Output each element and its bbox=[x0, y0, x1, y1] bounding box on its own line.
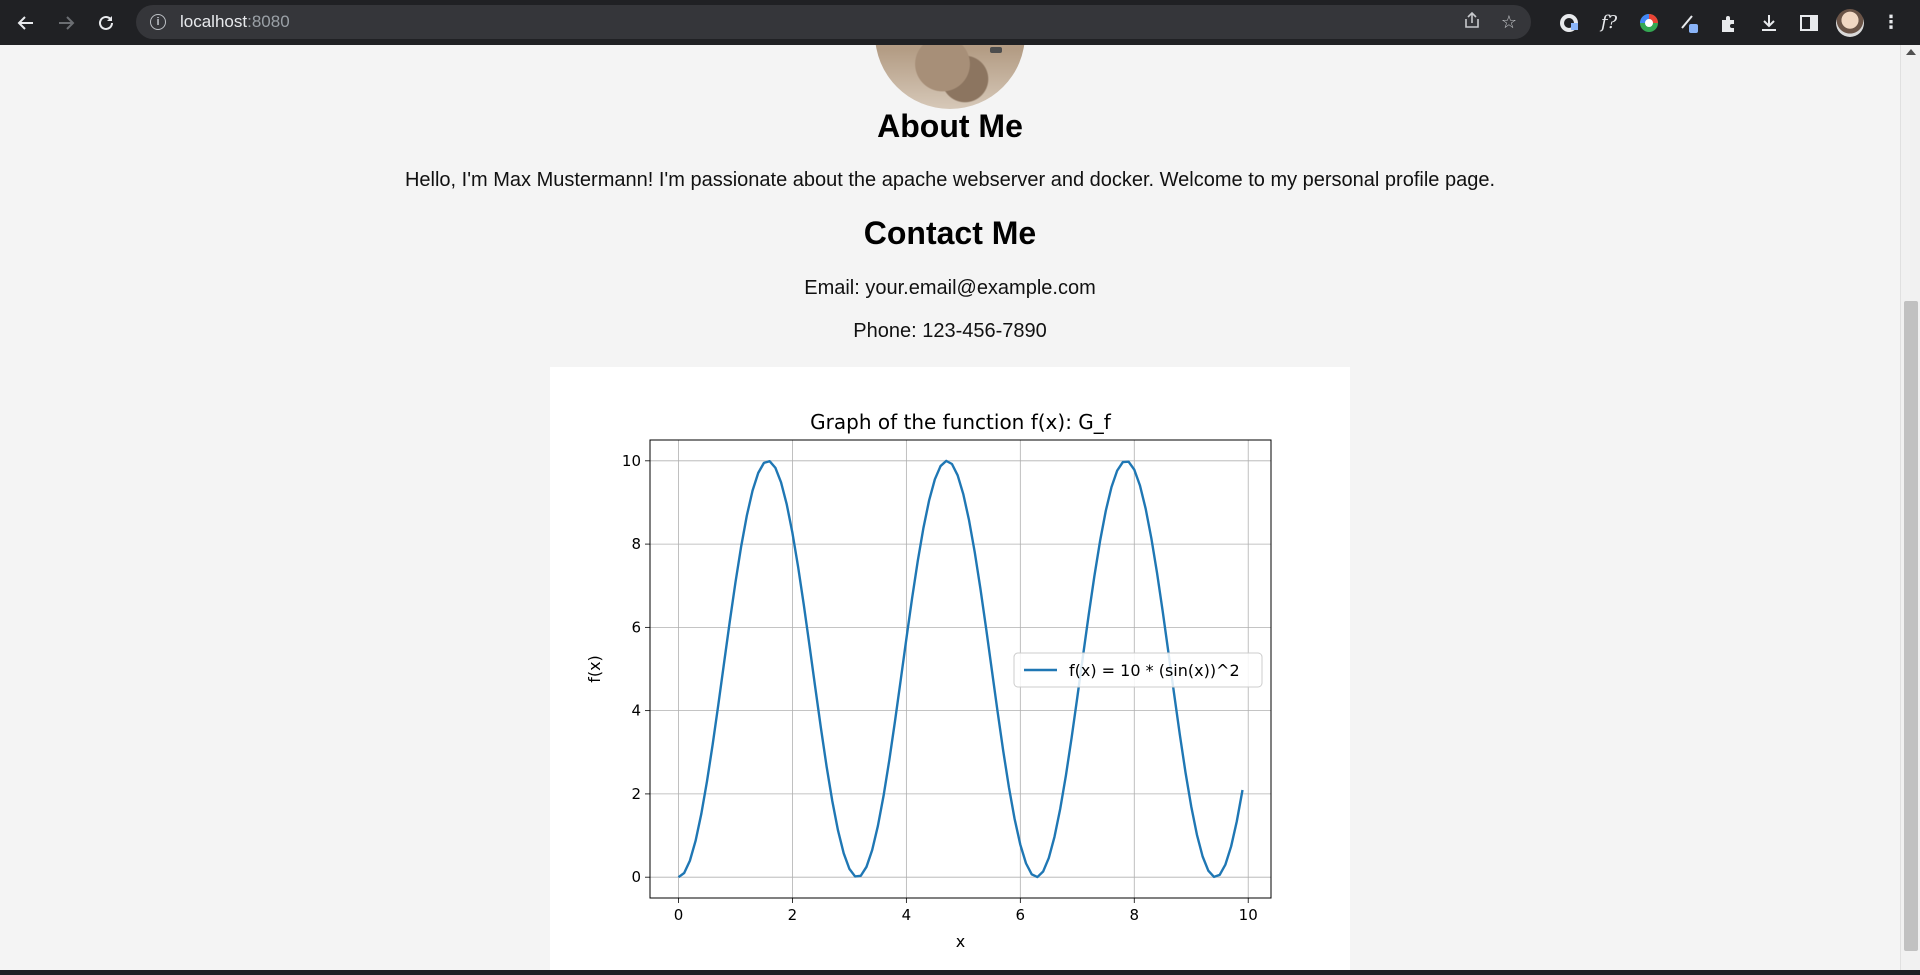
y-tick-label: 4 bbox=[631, 702, 641, 720]
x-tick-label: 10 bbox=[1239, 906, 1258, 924]
formula-extension-icon[interactable]: f? bbox=[1596, 10, 1622, 36]
profile-photo-detail bbox=[990, 47, 1002, 53]
chart-title: Graph of the function f(x): G_f bbox=[810, 410, 1112, 434]
pen-extension-icon[interactable] bbox=[1676, 10, 1702, 36]
downloads-icon[interactable] bbox=[1756, 10, 1782, 36]
side-panel-icon[interactable] bbox=[1796, 10, 1822, 36]
info-icon[interactable]: i bbox=[150, 14, 166, 30]
password-extension-icon[interactable] bbox=[1556, 10, 1582, 36]
about-text: Hello, I'm Max Mustermann! I'm passionat… bbox=[404, 169, 1496, 191]
forward-icon[interactable] bbox=[46, 3, 86, 43]
x-tick-label: 2 bbox=[788, 906, 798, 924]
x-tick-label: 0 bbox=[674, 906, 684, 924]
x-axis-label: x bbox=[956, 932, 965, 951]
url-port: :8080 bbox=[247, 12, 290, 31]
extensions-puzzle-icon[interactable] bbox=[1716, 10, 1742, 36]
page-content: About Me Hello, I'm Max Mustermann! I'm … bbox=[0, 45, 1900, 975]
url-text: localhost:8080 bbox=[180, 12, 290, 32]
x-tick-label: 6 bbox=[1016, 906, 1026, 924]
scrollbar-thumb[interactable] bbox=[1904, 301, 1918, 951]
y-tick-label: 2 bbox=[631, 785, 641, 803]
contact-heading: Contact Me bbox=[863, 215, 1037, 251]
share-icon[interactable] bbox=[1463, 11, 1481, 34]
function-graph: 0 2 4 6 8 10 0 2 4 6 8 10 Graph of the function f(x)… bbox=[550, 367, 1350, 975]
y-tick-label: 0 bbox=[631, 868, 641, 886]
y-tick-label: 6 bbox=[631, 618, 641, 636]
scroll-up-icon[interactable] bbox=[1906, 49, 1916, 55]
page-scrollbar[interactable] bbox=[1900, 45, 1920, 975]
y-tick-label: 8 bbox=[631, 535, 641, 553]
legend-label: f(x) = 10 * (sin(x))^2 bbox=[1069, 661, 1240, 680]
star-icon[interactable]: ☆ bbox=[1501, 12, 1517, 33]
window-bottom-edge bbox=[0, 970, 1920, 975]
browser-toolbar: i localhost:8080 ☆ f? ⋮ bbox=[0, 0, 1920, 45]
profile-avatar[interactable] bbox=[1836, 8, 1864, 37]
contact-phone: Phone: 123-456-7890 bbox=[853, 320, 1047, 342]
back-icon[interactable] bbox=[6, 3, 46, 43]
menu-icon[interactable]: ⋮ bbox=[1878, 10, 1904, 36]
x-tick-label: 8 bbox=[1129, 906, 1139, 924]
address-bar[interactable]: i localhost:8080 ☆ bbox=[136, 5, 1531, 39]
y-axis-label: f(x) bbox=[585, 655, 604, 683]
y-tick-label: 10 bbox=[622, 452, 641, 470]
color-extension-icon[interactable] bbox=[1636, 10, 1662, 36]
url-host: localhost bbox=[180, 12, 248, 31]
chart-svg: 0 2 4 6 8 10 0 2 4 6 8 10 Graph of the function f(x)… bbox=[585, 410, 1272, 951]
x-tick-label: 4 bbox=[902, 906, 912, 924]
reload-icon[interactable] bbox=[86, 3, 126, 43]
about-heading: About Me bbox=[877, 108, 1023, 144]
contact-email: Email: your.email@example.com bbox=[804, 277, 1096, 299]
profile-photo bbox=[875, 45, 1025, 109]
